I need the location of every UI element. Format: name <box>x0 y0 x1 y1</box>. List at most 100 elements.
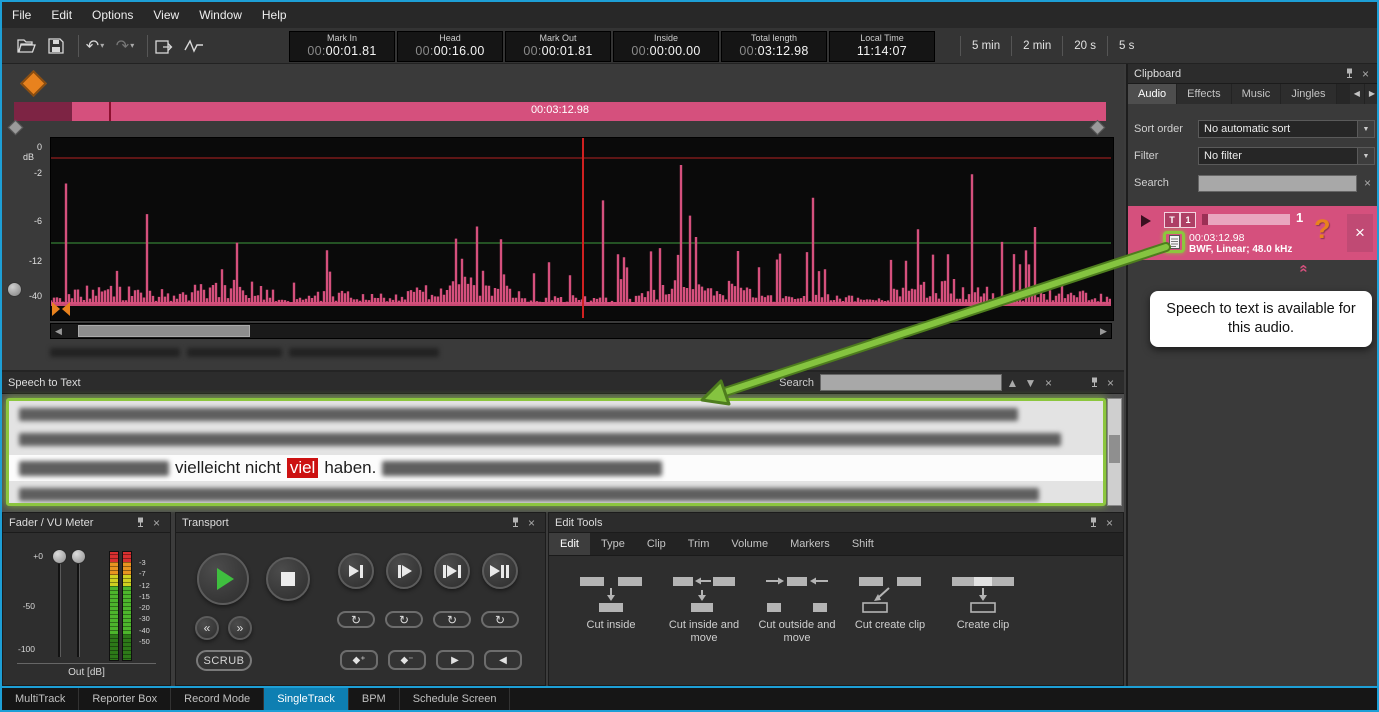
prev-marker-button[interactable]: ◀ <box>484 650 522 670</box>
cut-inside-tool[interactable]: Cut inside <box>565 571 657 645</box>
tab-clip[interactable]: Clip <box>636 533 677 555</box>
item-delete-button[interactable]: × <box>1347 214 1373 252</box>
scrub-button[interactable]: SCRUB <box>196 650 252 671</box>
menu-file[interactable]: File <box>2 2 41 28</box>
clipboard-search-input[interactable] <box>1198 175 1357 192</box>
pin-icon[interactable] <box>1088 517 1099 528</box>
tab-shift[interactable]: Shift <box>841 533 885 555</box>
loop-from-head-button[interactable]: ↻ <box>385 611 423 628</box>
play-from-head-button[interactable] <box>386 553 422 589</box>
cut-outside-move-tool[interactable]: Cut outside and move <box>751 571 843 645</box>
filter-dropdown[interactable]: No filter▼ <box>1198 147 1375 165</box>
scrollbar-track[interactable] <box>66 324 1096 338</box>
close-panel-icon[interactable]: × <box>149 516 164 530</box>
fader-knob-right[interactable] <box>71 549 86 564</box>
stop-button[interactable] <box>266 557 310 601</box>
collapse-chevrons-icon[interactable]: « <box>1296 264 1313 272</box>
prelisten-question-icon[interactable]: ? <box>1314 212 1331 246</box>
tab-edit[interactable]: Edit <box>549 533 590 555</box>
tab-effects[interactable]: Effects <box>1177 84 1231 104</box>
clipboard-audio-item[interactable]: T 1 1 00:03:12.98 BWF, Linear; 48.0 kHz … <box>1128 206 1379 260</box>
left-level-knob[interactable] <box>7 282 22 297</box>
tab-record-mode[interactable]: Record Mode <box>171 688 264 712</box>
add-marker-button[interactable]: ◆⁺ <box>340 650 378 670</box>
cut-inside-move-tool[interactable]: Cut inside and move <box>658 571 750 645</box>
scroll-right-arrow[interactable]: ▶ <box>1096 324 1111 338</box>
tab-trim[interactable]: Trim <box>677 533 721 555</box>
tab-reporter-box[interactable]: Reporter Box <box>79 688 171 712</box>
search-prev-icon[interactable]: ▲ <box>1005 376 1020 390</box>
tab-volume[interactable]: Volume <box>720 533 779 555</box>
scrollbar-thumb[interactable] <box>78 325 250 337</box>
quick-time-5s[interactable]: 5 s <box>1107 36 1145 56</box>
sort-order-dropdown[interactable]: No automatic sort▼ <box>1198 120 1375 138</box>
speech-scrollbar-thumb[interactable] <box>1109 435 1120 463</box>
fader-track-right[interactable] <box>77 555 80 657</box>
pin-icon[interactable] <box>1344 68 1355 79</box>
quick-time-20s[interactable]: 20 s <box>1062 36 1107 56</box>
play-selection-button[interactable] <box>434 553 470 589</box>
tab-music[interactable]: Music <box>1232 84 1282 104</box>
close-panel-icon[interactable]: × <box>1103 376 1118 390</box>
transcript-visible-line[interactable]: vielleicht nicht viel haben. <box>9 455 1103 481</box>
close-panel-icon[interactable]: × <box>524 516 539 530</box>
forward-button[interactable]: » <box>228 616 252 640</box>
pin-icon[interactable] <box>135 517 146 528</box>
fader-knob-left[interactable] <box>52 549 67 564</box>
menu-view[interactable]: View <box>143 2 189 28</box>
remove-marker-button[interactable]: ◆⁻ <box>388 650 426 670</box>
redo-icon[interactable]: ↷▾ <box>113 34 137 58</box>
pin-icon[interactable] <box>510 517 521 528</box>
save-icon[interactable] <box>44 34 68 58</box>
export-icon[interactable] <box>152 34 176 58</box>
tab-multitrack[interactable]: MultiTrack <box>2 688 79 712</box>
tab-bpm[interactable]: BPM <box>349 688 400 712</box>
scroll-left-arrow[interactable]: ◀ <box>51 324 66 338</box>
close-panel-icon[interactable]: × <box>1102 516 1117 530</box>
cut-create-clip-tool[interactable]: Cut create clip <box>844 571 936 645</box>
waveform-display[interactable] <box>50 137 1114 321</box>
overview-bar[interactable]: 00:03:12.98 <box>14 102 1106 121</box>
search-hit-highlight[interactable]: viel <box>287 458 319 478</box>
speed-bowtie-icon[interactable] <box>52 302 70 316</box>
close-panel-icon[interactable]: × <box>1358 67 1373 81</box>
quick-time-5min[interactable]: 5 min <box>960 36 1011 56</box>
menu-window[interactable]: Window <box>189 2 252 28</box>
tab-markers[interactable]: Markers <box>779 533 841 555</box>
open-folder-icon[interactable] <box>14 34 38 58</box>
tabs-scroll-right-icon[interactable]: ▶ <box>1365 84 1379 104</box>
tabs-scroll-left-icon[interactable]: ◀ <box>1350 84 1365 104</box>
tab-audio[interactable]: Audio <box>1128 84 1177 104</box>
tab-type[interactable]: Type <box>590 533 636 555</box>
loop-selection-button[interactable]: ↻ <box>433 611 471 628</box>
tab-schedule-screen[interactable]: Schedule Screen <box>400 688 511 712</box>
tab-jingles[interactable]: Jingles <box>1281 84 1336 104</box>
position-marker-diamond[interactable] <box>20 70 47 97</box>
range-start-diamond[interactable] <box>8 120 24 136</box>
next-marker-button[interactable]: ▶ <box>436 650 474 670</box>
menu-options[interactable]: Options <box>82 2 143 28</box>
pin-icon[interactable] <box>1089 377 1100 388</box>
speech-search-input[interactable] <box>820 374 1002 391</box>
menu-help[interactable]: Help <box>252 2 297 28</box>
play-pause-button[interactable] <box>482 553 518 589</box>
loop-all-button[interactable]: ↻ <box>481 611 519 628</box>
speech-text-area[interactable]: vielleicht nicht viel haben. <box>6 398 1106 506</box>
undo-icon[interactable]: ↶▾ <box>83 34 107 58</box>
menu-edit[interactable]: Edit <box>41 2 82 28</box>
waveform-scrollbar[interactable]: ◀ ▶ <box>50 323 1112 339</box>
loop-to-end-button[interactable]: ↻ <box>337 611 375 628</box>
speech-to-text-doc-icon[interactable] <box>1163 231 1185 253</box>
signal-edit-icon[interactable] <box>182 34 206 58</box>
tab-singletrack[interactable]: SingleTrack <box>264 688 349 712</box>
quick-time-2min[interactable]: 2 min <box>1011 36 1062 56</box>
rewind-button[interactable]: « <box>195 616 219 640</box>
fader-track-left[interactable] <box>58 555 61 657</box>
play-to-end-button[interactable] <box>338 553 374 589</box>
create-clip-tool[interactable]: Create clip <box>937 571 1029 645</box>
play-button[interactable] <box>197 553 249 605</box>
search-next-icon[interactable]: ▼ <box>1023 376 1038 390</box>
range-end-diamond[interactable] <box>1090 120 1106 136</box>
search-clear-icon[interactable]: × <box>1041 376 1056 390</box>
speech-scrollbar[interactable] <box>1107 398 1122 506</box>
